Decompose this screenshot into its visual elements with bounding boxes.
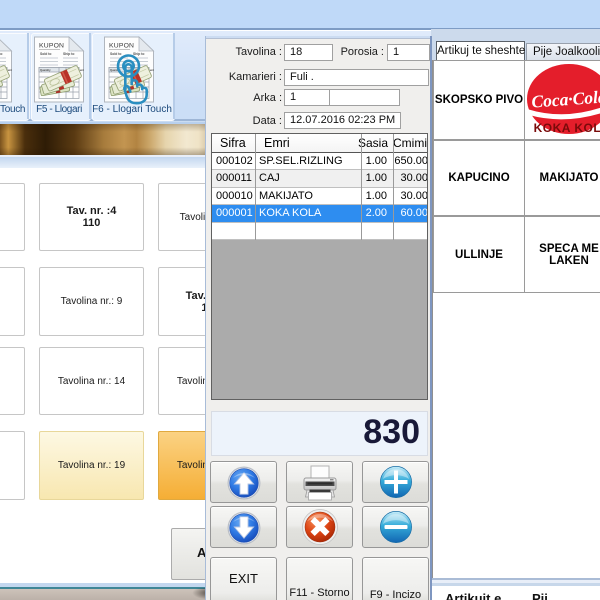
svg-text:KUPON: KUPON: [39, 43, 64, 50]
svg-text:Ship to: Ship to: [63, 52, 75, 56]
svg-text:Sold to: Sold to: [40, 52, 52, 56]
svg-text:KUPON: KUPON: [109, 43, 134, 50]
svg-text:Quantity: Quantity: [40, 68, 51, 72]
svg-text:Ship to: Ship to: [0, 52, 3, 56]
